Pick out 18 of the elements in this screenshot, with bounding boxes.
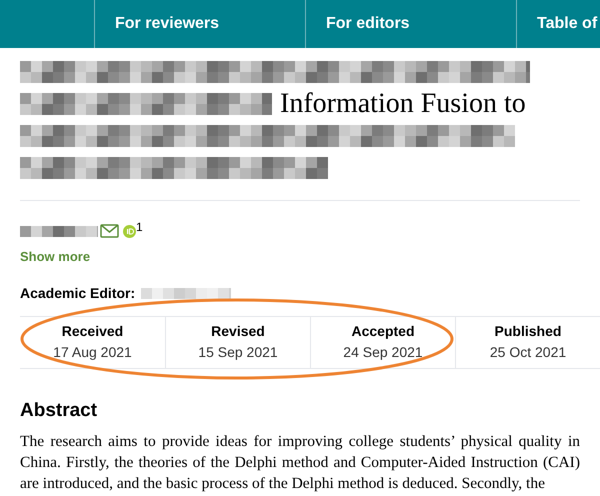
- abstract-heading: Abstract: [20, 398, 98, 422]
- affiliation-number: 1: [136, 221, 143, 233]
- date-label: Received: [62, 322, 124, 341]
- date-value: 25 Oct 2021: [490, 343, 566, 362]
- mail-icon[interactable]: [100, 224, 119, 238]
- date-value: 15 Sep 2021: [198, 343, 278, 362]
- nav-link[interactable]: For editors: [306, 0, 517, 48]
- date-label: Revised: [211, 322, 265, 341]
- date-label: Published: [494, 322, 562, 341]
- nav-link[interactable]: For reviewers: [95, 0, 306, 48]
- academic-editor-label: Academic Editor:: [20, 284, 136, 302]
- nav-link[interactable]: Table of: [517, 0, 598, 48]
- date-value: 24 Sep 2021: [343, 343, 423, 362]
- date-value: 17 Aug 2021: [53, 343, 132, 362]
- abstract-text: The research aims to provide ideas for improving college students’ physical quality in China. Firstly, the theories of the Delphi method and Computer-Aided Instruction (CAI) are introduced, and the basic process of the Delphi method is deduced. Secondly, the: [20, 432, 580, 494]
- date-label: Accepted: [351, 322, 415, 341]
- show-more-link[interactable]: Show more: [20, 247, 580, 266]
- title-text: Information Fusion to: [280, 88, 526, 120]
